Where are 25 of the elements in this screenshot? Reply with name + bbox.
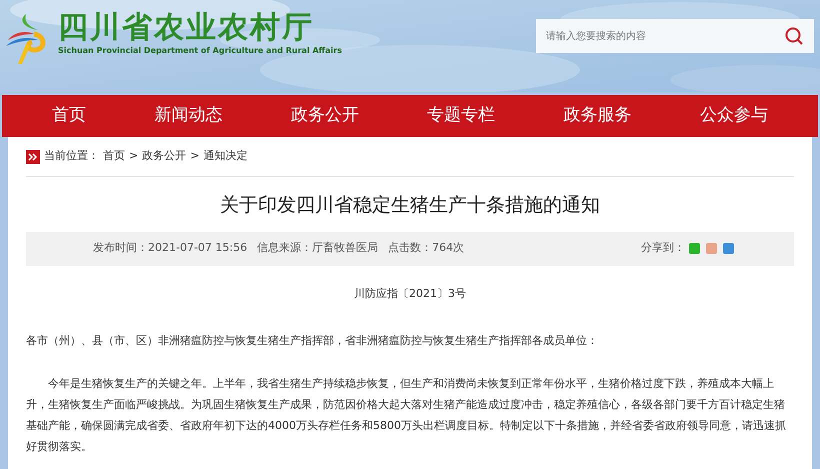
paragraph: 各市（州）、县（市、区）非洲猪瘟防控与恢复生猪生产指挥部，省非洲猪瘟防控与恢复生猪生产指挥部各成员单位： — [26, 333, 599, 349]
breadcrumb-separator: > — [190, 148, 200, 164]
meta-text: 信息来源：厅畜牧兽医局 — [257, 240, 378, 256]
double-chevron-icon — [26, 150, 40, 164]
meta-text: 点击数：764次 — [388, 240, 464, 256]
nav-link[interactable]: 公众参与 — [700, 103, 768, 129]
article-title: 关于印发四川省稳定生猪生产十条措施的通知 — [219, 193, 601, 218]
nav-link[interactable]: 首页 — [52, 103, 86, 129]
nav-link[interactable]: 政务服务 — [564, 103, 632, 129]
nav-link[interactable]: 政务公开 — [290, 103, 359, 129]
paragraph: 今年是生猪恢复生产的关键之年。上半年，我省生猪生产持续稳步恢复，但生产和消费尚未恢复到正常年份水平，生猪价格过度下跌，养殖成本大幅上升，生猪恢复生产面临严峻挑战。为巩固生猪恢复生产成果，防范因价格大起大落对生猪产能造成过度冲击，稳定养殖信心，各级各部门要千方百计稳定生猪基础产能，确保圆满完成省委、省政府年初下达的4000万头存栏任务和5800万头出栏调度目标。特制定以下十条措施，并经省委省政府领导同意，请迅速抓好贯彻落实。 — [26, 376, 787, 455]
breadcrumb-link[interactable]: 通知决定 — [203, 148, 248, 165]
share-label: 分享到： — [641, 240, 685, 256]
site-subtitle: Sichuan Provincial Department of Agriculture and Rural Affairs — [58, 46, 342, 56]
search-icon[interactable] — [784, 26, 804, 46]
breadcrumb-label: 当前位置： — [44, 148, 99, 164]
document-number: 川防应指〔2021〕3号 — [353, 286, 467, 302]
site-title: 四川省农业农村厅 — [58, 10, 315, 46]
breadcrumb-link[interactable]: 政务公开 — [142, 148, 186, 165]
nav-link[interactable]: 新闻动态 — [154, 103, 222, 129]
nav-link[interactable]: 专题专栏 — [427, 103, 496, 129]
meta-text: 发布时间：2021-07-07 15:56 — [93, 240, 248, 256]
breadcrumb-link[interactable]: 首页 — [103, 148, 125, 165]
breadcrumb-separator: > — [129, 148, 138, 164]
search-field[interactable]: 请输入您要搜索的内容 — [536, 19, 814, 53]
